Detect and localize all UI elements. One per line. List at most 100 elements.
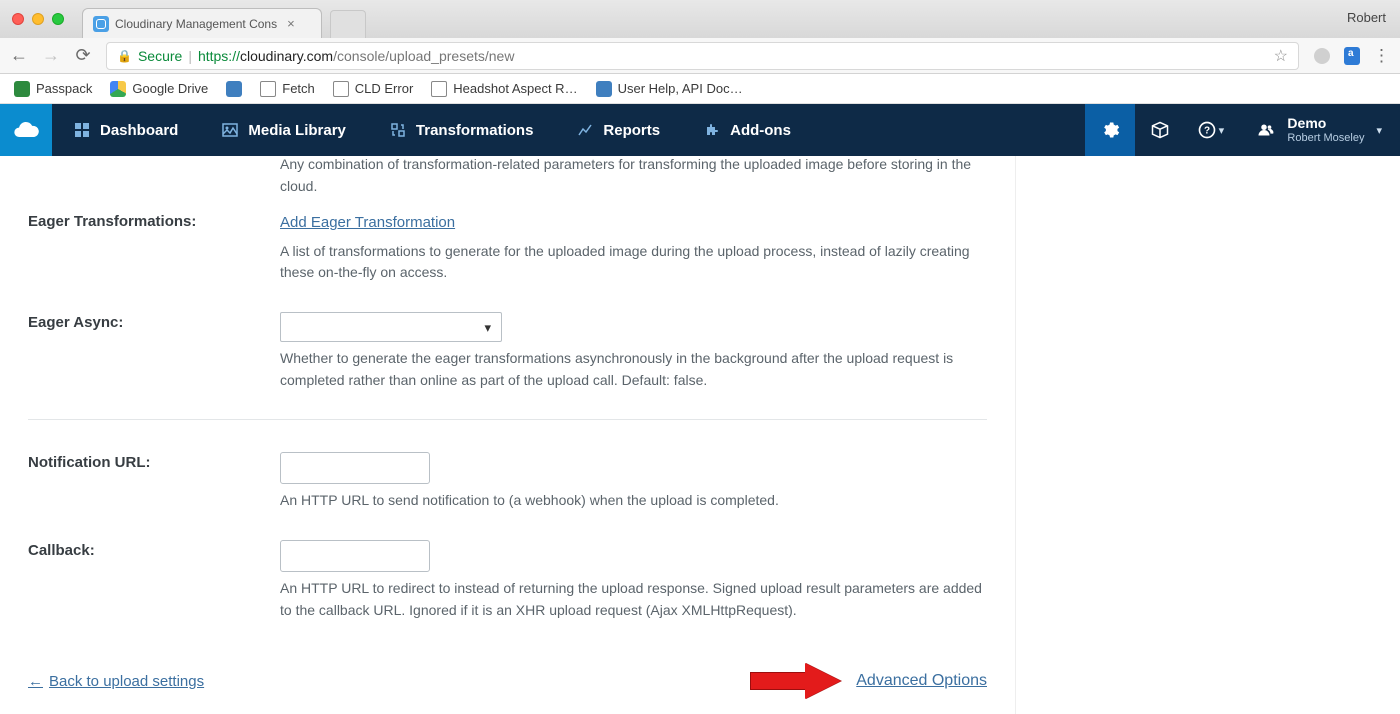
bookmark-google-drive[interactable]: Google Drive xyxy=(110,81,208,97)
nav-addons[interactable]: Add-ons xyxy=(682,104,813,156)
cloud-icon xyxy=(12,116,40,144)
forward-button[interactable]: → xyxy=(42,45,60,66)
window-chrome: Cloudinary Management Cons × Robert xyxy=(0,0,1400,38)
incoming-transformation-hint: Any combination of transformation-relate… xyxy=(28,156,987,197)
nav-transformations[interactable]: Transformations xyxy=(368,104,556,156)
close-window-button[interactable] xyxy=(12,13,24,25)
bookmark-fetch[interactable]: Fetch xyxy=(260,81,315,97)
eager-async-select[interactable] xyxy=(280,312,502,342)
bookmark-cloudinary-2[interactable]: User Help, API Doc… xyxy=(596,81,743,97)
bookmark-passpack[interactable]: Passpack xyxy=(14,81,92,97)
bookmark-cld-error[interactable]: CLD Error xyxy=(333,81,414,97)
row-eager-transformations: Eager Transformations: Add Eager Transfo… xyxy=(28,197,987,298)
bookmark-label: Headshot Aspect R… xyxy=(453,81,577,96)
bookmarks-bar: Passpack Google Drive Fetch CLD Error He… xyxy=(0,74,1400,104)
address-bar[interactable]: 🔒 Secure | https://cloudinary.com/consol… xyxy=(106,42,1299,70)
tab-title: Cloudinary Management Cons xyxy=(115,17,277,31)
notification-url-input[interactable] xyxy=(280,452,430,484)
minimize-window-button[interactable] xyxy=(32,13,44,25)
transform-icon xyxy=(390,122,406,138)
nav-label: Reports xyxy=(603,122,660,139)
cloudinary-logo[interactable] xyxy=(0,104,52,156)
row-callback: Callback: An HTTP URL to redirect to ins… xyxy=(28,526,987,635)
bottom-actions: ← Back to upload settings Advanced Option… xyxy=(28,663,987,699)
url-text: https://cloudinary.com/console/upload_pr… xyxy=(198,48,515,64)
nav-reports[interactable]: Reports xyxy=(555,104,682,156)
advanced-options-link[interactable]: Advanced Options xyxy=(856,672,987,690)
package-button[interactable] xyxy=(1135,104,1185,156)
side-empty-area xyxy=(1016,156,1400,714)
tab-close-button[interactable]: × xyxy=(287,16,295,31)
account-menu[interactable]: Demo Robert Moseley ▾ xyxy=(1235,104,1400,156)
eager-transformations-hint: A list of transformations to generate fo… xyxy=(280,241,987,284)
nav-label: Add-ons xyxy=(730,122,791,139)
browser-tab-active[interactable]: Cloudinary Management Cons × xyxy=(82,8,322,38)
reload-button[interactable]: ⟳ xyxy=(74,45,92,66)
nav-media-library[interactable]: Media Library xyxy=(200,104,368,156)
nav-label: Dashboard xyxy=(100,122,178,139)
help-button[interactable]: ? ▾ xyxy=(1185,104,1235,156)
secure-label: Secure xyxy=(138,48,182,64)
gear-icon xyxy=(1100,120,1120,140)
page-icon xyxy=(333,81,349,97)
label-notification-url: Notification URL: xyxy=(28,452,280,512)
gdrive-icon xyxy=(110,81,126,97)
cloudinary-icon xyxy=(596,81,612,97)
svg-text:?: ? xyxy=(1204,125,1210,136)
label-callback: Callback: xyxy=(28,540,280,621)
section-divider xyxy=(28,419,987,420)
back-button[interactable]: ← xyxy=(10,45,28,66)
new-tab-button[interactable] xyxy=(330,10,366,38)
app-top-nav: Dashboard Media Library Transformations … xyxy=(0,104,1400,156)
bookmark-label: Passpack xyxy=(36,81,92,96)
page-icon xyxy=(431,81,447,97)
row-notification-url: Notification URL: An HTTP URL to send no… xyxy=(28,438,987,526)
passpack-icon xyxy=(14,81,30,97)
label-eager-async: Eager Async: xyxy=(28,312,280,391)
account-name: Demo xyxy=(1287,116,1364,131)
bookmark-label: CLD Error xyxy=(355,81,414,96)
users-icon xyxy=(1253,119,1275,141)
bookmark-label: Google Drive xyxy=(132,81,208,96)
traffic-lights xyxy=(12,13,64,25)
notification-url-hint: An HTTP URL to send notification to (a w… xyxy=(280,490,987,512)
bookmark-star-icon[interactable]: ☆ xyxy=(1274,46,1288,66)
form-content: Any combination of transformation-relate… xyxy=(0,156,1016,714)
url-bar: ← → ⟳ 🔒 Secure | https://cloudinary.com/… xyxy=(0,38,1400,74)
nav-label: Media Library xyxy=(248,122,346,139)
grid-icon xyxy=(74,122,90,138)
page-body: Any combination of transformation-relate… xyxy=(0,156,1400,714)
back-to-upload-settings-link[interactable]: ← Back to upload settings xyxy=(28,673,204,690)
page-icon xyxy=(260,81,276,97)
image-icon xyxy=(222,122,238,138)
bookmark-cloudinary[interactable] xyxy=(226,81,242,97)
extension-icon-1[interactable] xyxy=(1313,47,1331,65)
chevron-down-icon: ▾ xyxy=(1219,124,1225,137)
label-eager-transformations: Eager Transformations: xyxy=(28,211,280,284)
nav-right: ? ▾ Demo Robert Moseley ▾ xyxy=(1085,104,1400,156)
nav-label: Transformations xyxy=(416,122,534,139)
extension-icons: ⋮ xyxy=(1313,46,1390,66)
browser-profile-name[interactable]: Robert xyxy=(1347,10,1386,25)
add-eager-transformation-link[interactable]: Add Eager Transformation xyxy=(280,214,455,231)
account-text: Demo Robert Moseley xyxy=(1287,116,1364,143)
arrow-left-icon: ← xyxy=(28,673,43,690)
chrome-menu-button[interactable]: ⋮ xyxy=(1373,46,1390,66)
nav-dashboard[interactable]: Dashboard xyxy=(52,104,200,156)
bookmark-label: User Help, API Doc… xyxy=(618,81,743,96)
back-link-label: Back to upload settings xyxy=(49,673,204,690)
account-user: Robert Moseley xyxy=(1287,132,1364,144)
settings-button[interactable] xyxy=(1085,104,1135,156)
extension-icon-2[interactable] xyxy=(1343,47,1361,65)
callback-input[interactable] xyxy=(280,540,430,572)
divider: | xyxy=(188,48,192,64)
help-icon: ? xyxy=(1197,120,1217,140)
cloudinary-favicon xyxy=(93,16,109,32)
chart-icon xyxy=(577,122,593,138)
eager-async-hint: Whether to generate the eager transforma… xyxy=(280,348,987,391)
bookmark-headshot[interactable]: Headshot Aspect R… xyxy=(431,81,577,97)
maximize-window-button[interactable] xyxy=(52,13,64,25)
row-eager-async: Eager Async: Whether to generate the eag… xyxy=(28,298,987,405)
advanced-options-wrap: Advanced Options xyxy=(750,663,987,699)
annotation-arrow xyxy=(750,663,842,699)
